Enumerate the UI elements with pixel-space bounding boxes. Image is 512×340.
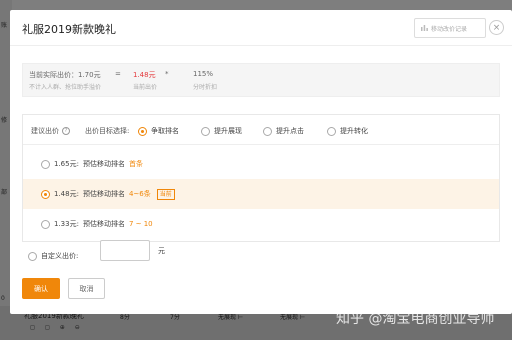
bg-side-label: 0	[1, 295, 5, 302]
history-button-label: 移动改价记录	[431, 25, 468, 33]
equals-sign: =	[115, 70, 121, 78]
help-icon[interactable]: ?	[62, 127, 70, 135]
confirm-button[interactable]: 确认	[22, 278, 60, 299]
bid-option-price: 1.33元:	[54, 220, 79, 228]
bid-option-price: 1.65元:	[54, 160, 79, 168]
bid-option-desc: 预估移动排名	[82, 160, 125, 168]
bid-value: 1.48元	[133, 71, 156, 79]
goal-option-conversions[interactable]: 提升转化	[327, 126, 368, 136]
radio-icon	[327, 126, 336, 136]
bg-side-label: 账	[1, 22, 8, 29]
bg-row-icons: ◻ ◻ ⊕ ⊖	[30, 324, 84, 331]
discount-value: 115%	[193, 70, 214, 78]
custom-bid-label: 自定义出价:	[41, 252, 79, 260]
currency-unit: 元	[158, 247, 165, 255]
modal-title: 礼服2019新款晚礼	[22, 23, 116, 36]
suggest-label-wrap: 建议出价 ?	[31, 126, 70, 136]
bid-option-row[interactable]: 1.65元: 预估移动排名 首条	[23, 149, 499, 179]
current-tag: 当前	[156, 188, 175, 200]
current-price-label: 当前实际出价：1.70元	[29, 71, 101, 79]
radio-icon	[41, 159, 50, 169]
bg-side-label: 修	[1, 117, 8, 124]
bid-option-desc: 预估移动排名	[82, 220, 125, 228]
bid-sub: 当前出价	[133, 84, 158, 91]
goal-option-impressions[interactable]: 提升展现	[201, 126, 242, 136]
bid-option-desc: 预估移动排名	[82, 190, 125, 198]
bid-option-row[interactable]: 1.48元: 预估移动排名 4~6条 当前	[23, 179, 499, 209]
discount-sub: 分时折扣	[193, 84, 218, 91]
current-price-summary: 当前实际出价：1.70元 不计入人群、抢位助手溢价 = 1.48元 当前出价 *…	[22, 63, 500, 97]
goal-option-rank[interactable]: 争取排名	[138, 126, 179, 136]
modal-header: 礼服2019新款晚礼 移动改价记录 ×	[10, 10, 512, 46]
price-history-button[interactable]: 移动改价记录	[414, 18, 486, 38]
bid-option-rank: 首条	[128, 160, 143, 168]
bid-goal-bar: 建议出价 ? 出价目标选择: 争取排名 提升展现 提升点击 提升转化	[23, 115, 499, 145]
suggest-label: 建议出价	[31, 127, 59, 135]
bar-chart-icon	[421, 24, 428, 33]
goal-label-text: 提升展现	[214, 127, 242, 135]
goal-label-text: 争取排名	[151, 127, 179, 135]
bid-option-rank: 4~6条	[128, 190, 151, 198]
suggested-bid-panel: 建议出价 ? 出价目标选择: 争取排名 提升展现 提升点击 提升转化 1.65元…	[22, 114, 500, 242]
custom-bid-option[interactable]: 自定义出价:	[28, 251, 78, 261]
bid-option-rank: 7 ~ 10	[128, 220, 153, 228]
times-sign: *	[165, 70, 169, 78]
radio-icon	[41, 219, 50, 229]
goal-label: 出价目标选择:	[85, 127, 130, 135]
bid-option-row[interactable]: 1.33元: 预估移动排名 7 ~ 10	[23, 209, 499, 239]
bid-option-price: 1.48元:	[54, 190, 79, 198]
radio-icon	[201, 126, 210, 136]
radio-icon	[28, 251, 37, 261]
radio-icon	[263, 126, 272, 136]
radio-icon	[41, 189, 50, 199]
cancel-button[interactable]: 取消	[68, 278, 105, 299]
goal-option-clicks[interactable]: 提升点击	[263, 126, 304, 136]
current-price-sub: 不计入人群、抢位助手溢价	[29, 84, 102, 91]
bid-modal: 礼服2019新款晚礼 移动改价记录 × 当前实际出价：1.70元 不计入人群、抢…	[10, 10, 512, 314]
close-icon[interactable]: ×	[489, 20, 504, 35]
custom-bid-input[interactable]	[100, 240, 150, 261]
goal-label-text: 提升转化	[340, 127, 368, 135]
bg-side-label: 部	[1, 189, 8, 196]
radio-icon	[138, 126, 147, 136]
goal-label-text: 提升点击	[276, 127, 304, 135]
